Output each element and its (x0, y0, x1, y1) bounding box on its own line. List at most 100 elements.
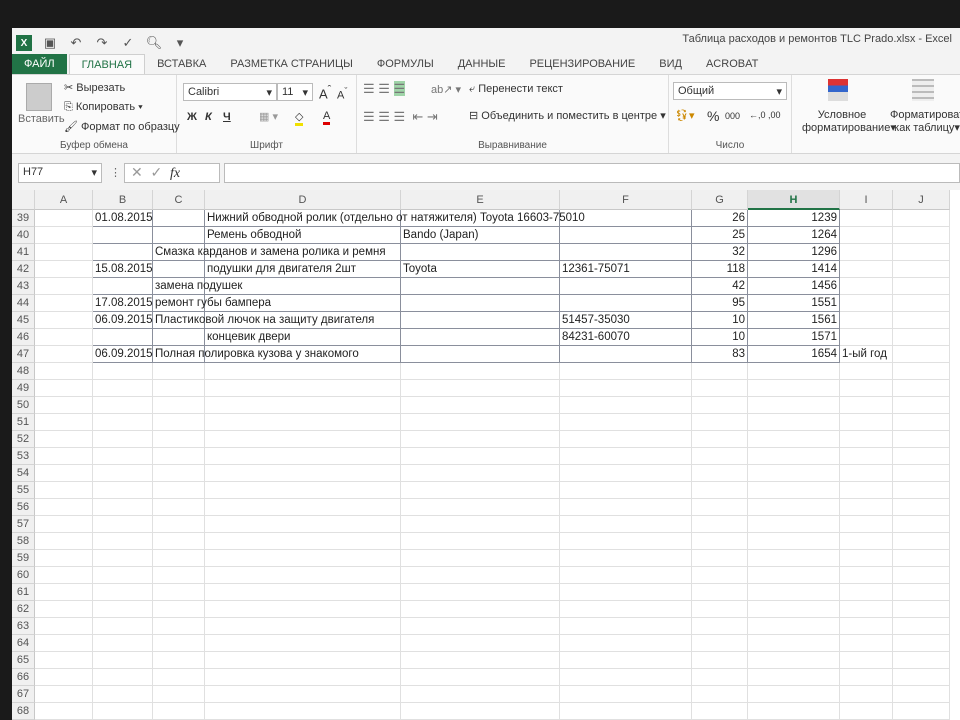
cell-E52[interactable] (401, 431, 560, 448)
formula-input[interactable] (224, 163, 960, 183)
cell-A58[interactable] (35, 533, 93, 550)
cell-F49[interactable] (560, 380, 692, 397)
column-header-D[interactable]: D (205, 190, 401, 210)
font-color-button[interactable]: A (323, 110, 331, 125)
cell-J51[interactable] (893, 414, 950, 431)
row-header-44[interactable]: 44 (12, 295, 35, 312)
cell-I39[interactable] (840, 210, 893, 227)
row-header-58[interactable]: 58 (12, 533, 35, 550)
horizontal-align-icons[interactable]: ☰ ☰ ☰ ⇤ ⇥ (363, 109, 438, 125)
cell-J49[interactable] (893, 380, 950, 397)
cell-H50[interactable] (748, 397, 840, 414)
cell-G46[interactable]: 10 (692, 329, 748, 346)
cell-G54[interactable] (692, 465, 748, 482)
cell-J55[interactable] (893, 482, 950, 499)
row-header-46[interactable]: 46 (12, 329, 35, 346)
cell-I64[interactable] (840, 635, 893, 652)
cell-B55[interactable] (93, 482, 153, 499)
row-header-54[interactable]: 54 (12, 465, 35, 482)
cell-I50[interactable] (840, 397, 893, 414)
cell-E54[interactable] (401, 465, 560, 482)
cell-A47[interactable] (35, 346, 93, 363)
cell-B63[interactable] (93, 618, 153, 635)
fill-color-button[interactable]: ◇ (295, 110, 304, 126)
cell-I58[interactable] (840, 533, 893, 550)
cell-B65[interactable] (93, 652, 153, 669)
cell-A63[interactable] (35, 618, 93, 635)
cell-G63[interactable] (692, 618, 748, 635)
cell-G66[interactable] (692, 669, 748, 686)
cell-C61[interactable] (153, 584, 205, 601)
cell-F42[interactable]: 12361-75071 (560, 261, 692, 278)
cell-B56[interactable] (93, 499, 153, 516)
column-header-I[interactable]: I (840, 190, 893, 210)
column-header-A[interactable]: A (35, 190, 93, 210)
cell-C47[interactable]: Полная полировка кузова у знакомого (153, 346, 359, 363)
row-header-65[interactable]: 65 (12, 652, 35, 669)
row-header-62[interactable]: 62 (12, 601, 35, 618)
cell-C45[interactable]: Пластиковой лючок на защиту двигателя (153, 312, 374, 329)
cell-F61[interactable] (560, 584, 692, 601)
orientation-icon[interactable]: ab↗ ▾ (431, 83, 461, 96)
cell-I49[interactable] (840, 380, 893, 397)
cell-D49[interactable] (205, 380, 401, 397)
cell-A48[interactable] (35, 363, 93, 380)
cell-I40[interactable] (840, 227, 893, 244)
cell-F53[interactable] (560, 448, 692, 465)
cell-C52[interactable] (153, 431, 205, 448)
cell-G55[interactable] (692, 482, 748, 499)
cell-F51[interactable] (560, 414, 692, 431)
cell-I44[interactable] (840, 295, 893, 312)
cell-F65[interactable] (560, 652, 692, 669)
cell-G53[interactable] (692, 448, 748, 465)
save-icon[interactable]: ▣ (42, 35, 58, 51)
cell-B49[interactable] (93, 380, 153, 397)
tab-5[interactable]: ДАННЫЕ (446, 54, 518, 74)
cell-B53[interactable] (93, 448, 153, 465)
row-header-61[interactable]: 61 (12, 584, 35, 601)
cell-E65[interactable] (401, 652, 560, 669)
cell-H45[interactable]: 1561 (748, 312, 840, 329)
cell-A60[interactable] (35, 567, 93, 584)
cell-I60[interactable] (840, 567, 893, 584)
cell-J44[interactable] (893, 295, 950, 312)
cell-J62[interactable] (893, 601, 950, 618)
cell-B40[interactable] (93, 227, 153, 244)
cell-H43[interactable]: 1456 (748, 278, 840, 295)
cell-G44[interactable]: 95 (692, 295, 748, 312)
cell-C60[interactable] (153, 567, 205, 584)
row-header-43[interactable]: 43 (12, 278, 35, 295)
cell-G68[interactable] (692, 703, 748, 720)
cell-C65[interactable] (153, 652, 205, 669)
cell-D66[interactable] (205, 669, 401, 686)
cell-I57[interactable] (840, 516, 893, 533)
cell-I59[interactable] (840, 550, 893, 567)
cell-A57[interactable] (35, 516, 93, 533)
cell-J54[interactable] (893, 465, 950, 482)
cell-I46[interactable] (840, 329, 893, 346)
cell-F62[interactable] (560, 601, 692, 618)
cell-I45[interactable] (840, 312, 893, 329)
cell-H63[interactable] (748, 618, 840, 635)
cell-J61[interactable] (893, 584, 950, 601)
cell-J60[interactable] (893, 567, 950, 584)
column-header-B[interactable]: B (93, 190, 153, 210)
cell-G56[interactable] (692, 499, 748, 516)
cell-C66[interactable] (153, 669, 205, 686)
cell-J52[interactable] (893, 431, 950, 448)
cell-E48[interactable] (401, 363, 560, 380)
cell-C39[interactable] (153, 210, 205, 227)
underline-button[interactable]: Ч (223, 111, 231, 123)
cell-D58[interactable] (205, 533, 401, 550)
cell-J50[interactable] (893, 397, 950, 414)
cell-G67[interactable] (692, 686, 748, 703)
cell-F54[interactable] (560, 465, 692, 482)
cell-J67[interactable] (893, 686, 950, 703)
cell-J57[interactable] (893, 516, 950, 533)
cell-E46[interactable] (401, 329, 560, 346)
cell-F67[interactable] (560, 686, 692, 703)
cell-F48[interactable] (560, 363, 692, 380)
cell-J64[interactable] (893, 635, 950, 652)
cell-B43[interactable] (93, 278, 153, 295)
row-header-42[interactable]: 42 (12, 261, 35, 278)
